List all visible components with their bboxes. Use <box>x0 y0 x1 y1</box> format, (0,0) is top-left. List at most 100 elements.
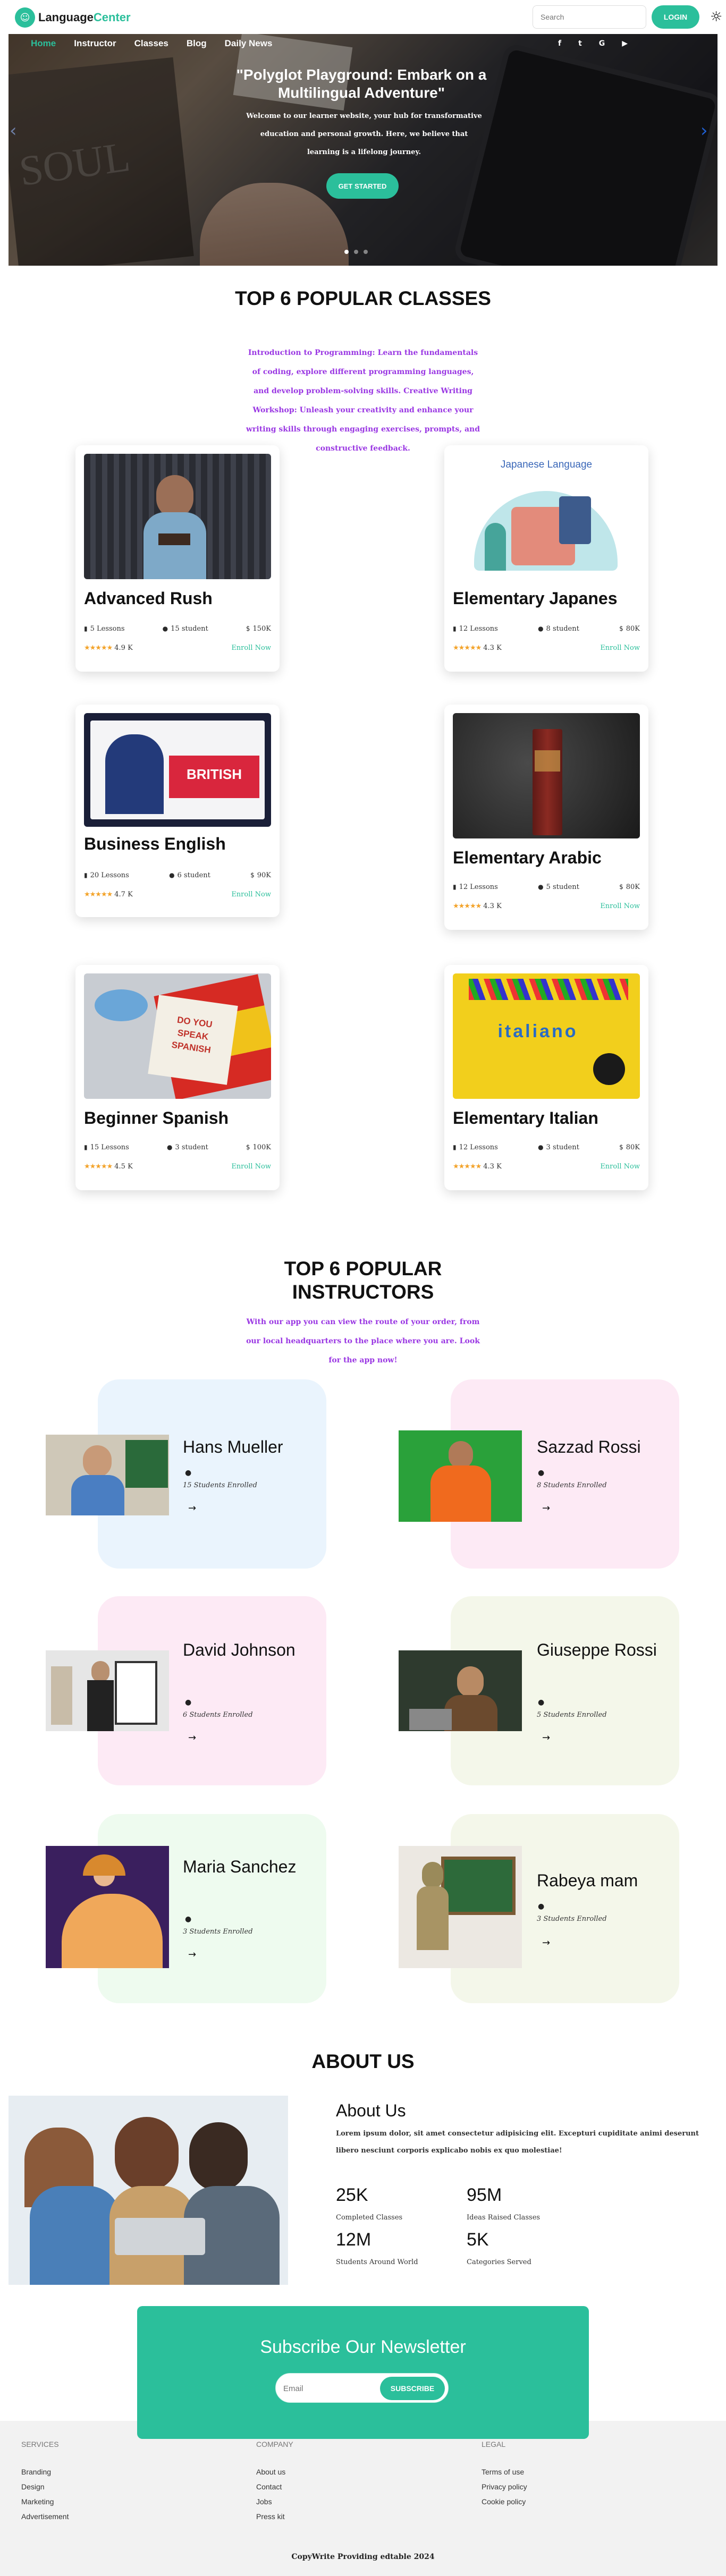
carousel-dot[interactable] <box>364 250 368 254</box>
google-icon[interactable]: G <box>599 39 605 48</box>
footer-link[interactable]: Branding <box>21 2468 51 2476</box>
instructor-photo <box>46 1435 169 1515</box>
dollar-icon: $ <box>250 871 255 879</box>
footer-link[interactable]: Privacy policy <box>482 2482 527 2491</box>
dollar-icon: $ <box>619 1143 623 1151</box>
nav-classes[interactable]: Classes <box>134 38 168 49</box>
arrow-right-icon[interactable]: → <box>188 1949 196 1960</box>
instructors-section-description: With our app you can view the route of y… <box>246 1318 480 1365</box>
user-icon: ● <box>185 1469 192 1477</box>
user-icon: ● <box>169 871 175 879</box>
stat-value: 12M <box>336 2230 372 2250</box>
footer-link[interactable]: About us <box>256 2468 285 2476</box>
class-image-text: Japanese Language <box>500 459 593 470</box>
class-card[interactable]: italiano Elementary Italian ▮ 12 Lessons … <box>444 965 648 1190</box>
stat-label: Completed Classes <box>336 2214 403 2222</box>
student-count: 5 student <box>546 883 579 891</box>
instructor-name: Hans Mueller <box>183 1437 283 1456</box>
class-card[interactable]: Advanced Rush ▮ 5 Lessons ● 15 student $15… <box>75 445 280 672</box>
footer-column-heading: LEGAL <box>482 2440 506 2448</box>
dollar-icon: $ <box>619 883 623 891</box>
enroll-now-link[interactable]: Enroll Now <box>231 644 271 652</box>
instructors-section-title: TOP 6 POPULAR INSTRUCTORS <box>284 1258 442 1303</box>
arrow-right-icon[interactable]: → <box>188 1503 196 1514</box>
arrow-right-icon[interactable]: → <box>188 1732 196 1743</box>
about-text: Lorem ipsum dolor, sit amet consectetur … <box>336 2130 699 2155</box>
class-image: BRITISH <box>84 713 271 827</box>
footer-link[interactable]: Contact <box>256 2482 282 2491</box>
class-price: 80K <box>626 883 640 891</box>
lesson-count: 20 Lessons <box>90 871 129 879</box>
youtube-icon[interactable]: ▶ <box>622 39 628 48</box>
rating-stars-icon: ★★★★★ <box>84 891 113 899</box>
footer-link[interactable]: Terms of use <box>482 2468 524 2476</box>
facebook-icon[interactable]: f <box>558 39 561 48</box>
class-price: 80K <box>626 625 640 633</box>
enroll-now-link[interactable]: Enroll Now <box>600 902 640 910</box>
arrow-right-icon[interactable]: → <box>542 1937 550 1948</box>
rating-stars-icon: ★★★★★ <box>453 902 482 910</box>
class-card[interactable]: DO YOU SPEAK SPANISH Beginner Spanish ▮ 1… <box>75 965 280 1190</box>
enroll-now-link[interactable]: Enroll Now <box>231 1163 271 1171</box>
email-input[interactable] <box>283 2378 374 2399</box>
instructor-photo <box>399 1650 522 1731</box>
login-button[interactable]: LOGIN <box>652 5 699 29</box>
enroll-now-link[interactable]: Enroll Now <box>600 1163 640 1171</box>
newsletter-box: Subscribe Our Newsletter SUBSCRIBE <box>137 2306 589 2439</box>
carousel-dot[interactable] <box>344 250 349 254</box>
footer-link[interactable]: Cookie policy <box>482 2497 526 2506</box>
enroll-now-link[interactable]: Enroll Now <box>600 644 640 652</box>
students-enrolled: 8 Students Enrolled <box>537 1481 607 1489</box>
instructor-name: Rabeya mam <box>537 1871 638 1890</box>
enroll-now-link[interactable]: Enroll Now <box>231 891 271 899</box>
footer-link[interactable]: Advertisement <box>21 2512 69 2521</box>
newsletter-title: Subscribe Our Newsletter <box>260 2337 466 2357</box>
nav-daily-news[interactable]: Daily News <box>225 38 273 49</box>
footer-link[interactable]: Marketing <box>21 2497 54 2506</box>
nav-home[interactable]: Home <box>31 38 56 49</box>
user-icon: ● <box>185 1915 192 1923</box>
get-started-button[interactable]: GET STARTED <box>326 173 399 199</box>
carousel-next-icon[interactable]: › <box>700 120 708 141</box>
instructor-name: Sazzad Rossi <box>537 1437 641 1456</box>
nav-blog[interactable]: Blog <box>187 38 207 49</box>
arrow-right-icon[interactable]: → <box>542 1503 550 1514</box>
class-title: Advanced Rush <box>84 589 213 608</box>
user-icon: ● <box>538 1469 545 1477</box>
logo[interactable]: ☺ LanguageCenter <box>15 7 131 28</box>
carousel-dot[interactable] <box>354 250 358 254</box>
class-price: 100K <box>252 1143 271 1151</box>
copyright: CopyWrite Providing edtable 2024 <box>291 2553 435 2561</box>
stat-label: Categories Served <box>467 2258 531 2266</box>
student-count: 3 student <box>546 1143 579 1151</box>
footer-link[interactable]: Press kit <box>256 2512 285 2521</box>
classes-section-title: TOP 6 POPULAR CLASSES <box>235 287 491 309</box>
class-card[interactable]: BRITISH Business English ▮ 20 Lessons ● 6 … <box>75 705 280 917</box>
class-card[interactable]: Japanese Language Elementary Japanes ▮ 12… <box>444 445 648 672</box>
footer-link[interactable]: Jobs <box>256 2497 272 2506</box>
footer-link[interactable]: Design <box>21 2482 45 2491</box>
nav-instructor[interactable]: Instructor <box>74 38 116 49</box>
class-image: DO YOU SPEAK SPANISH <box>84 973 271 1099</box>
subscribe-button[interactable]: SUBSCRIBE <box>380 2377 445 2400</box>
hero-title: "Polyglot Playground: Embark on a Multil… <box>236 66 487 101</box>
instructor-photo <box>399 1430 522 1522</box>
user-icon: ● <box>166 1143 173 1151</box>
rating-stars-icon: ★★★★★ <box>84 1163 113 1171</box>
carousel-prev-icon[interactable]: ‹ <box>10 120 17 141</box>
students-enrolled: 3 Students Enrolled <box>183 1928 253 1936</box>
lesson-count: 12 Lessons <box>459 625 498 633</box>
class-image: Japanese Language <box>453 454 640 579</box>
book-icon: ▮ <box>453 1143 457 1151</box>
class-card[interactable]: Elementary Arabic ▮ 12 Lessons ● 5 student… <box>444 705 648 930</box>
twitter-icon[interactable]: t <box>578 39 582 48</box>
search-input[interactable] <box>533 5 646 29</box>
instructor-name: Maria Sanchez <box>183 1857 297 1876</box>
lesson-count: 12 Lessons <box>459 1143 498 1151</box>
arrow-right-icon[interactable]: → <box>542 1732 550 1743</box>
theme-toggle-icon[interactable]: ☼ <box>710 10 725 24</box>
rating-value: 4.7 K <box>114 891 133 899</box>
instructor-name: David Johnson <box>183 1640 296 1659</box>
class-image-text: BRITISH <box>187 766 242 782</box>
user-icon: ● <box>538 883 544 891</box>
